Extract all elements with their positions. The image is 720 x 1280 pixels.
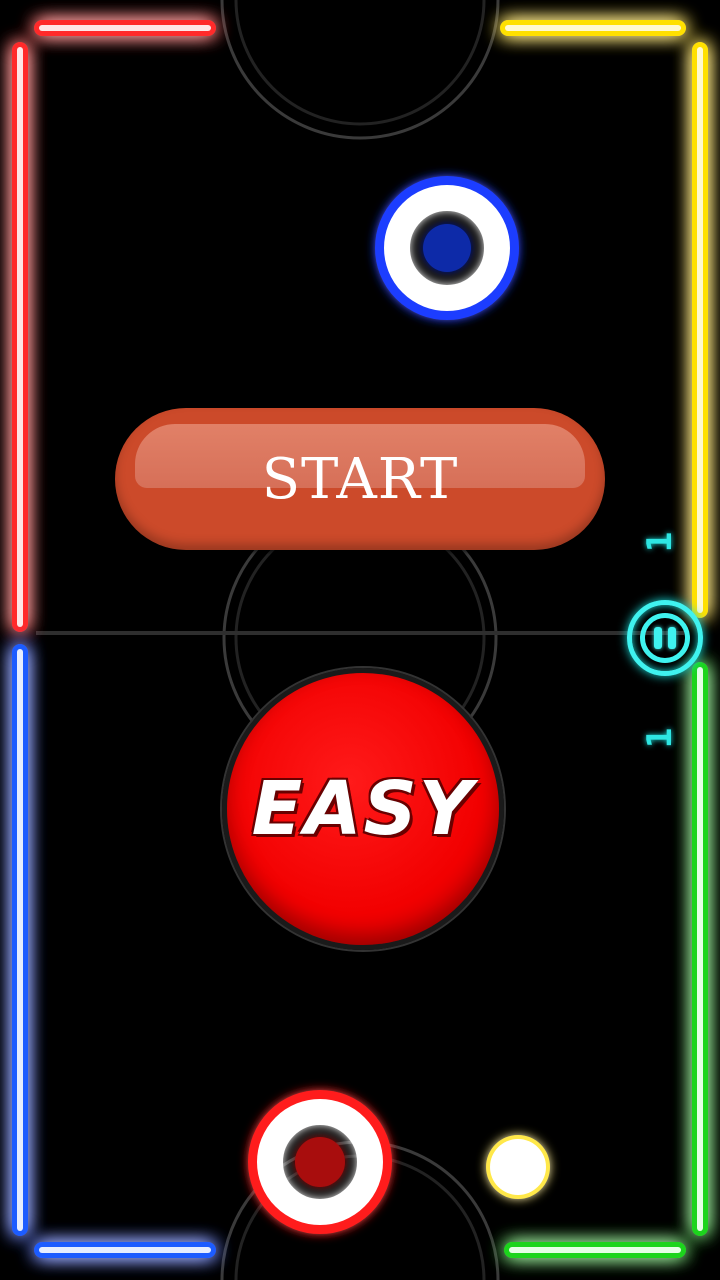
player-mallet[interactable]	[248, 1090, 392, 1234]
start-button-label: START	[261, 446, 459, 512]
pause-button[interactable]	[627, 600, 703, 676]
air-hockey-table	[0, 0, 720, 1280]
difficulty-button[interactable]: EASY	[222, 668, 504, 950]
pause-icon	[640, 613, 690, 663]
player-score: 1	[640, 727, 680, 749]
start-button[interactable]: START	[115, 408, 605, 550]
opponent-score: 1	[640, 531, 680, 553]
difficulty-label: EASY	[251, 766, 475, 852]
puck	[486, 1135, 550, 1199]
pause-bar-right	[668, 627, 676, 649]
pause-bar-left	[654, 627, 662, 649]
opponent-mallet	[375, 176, 519, 320]
